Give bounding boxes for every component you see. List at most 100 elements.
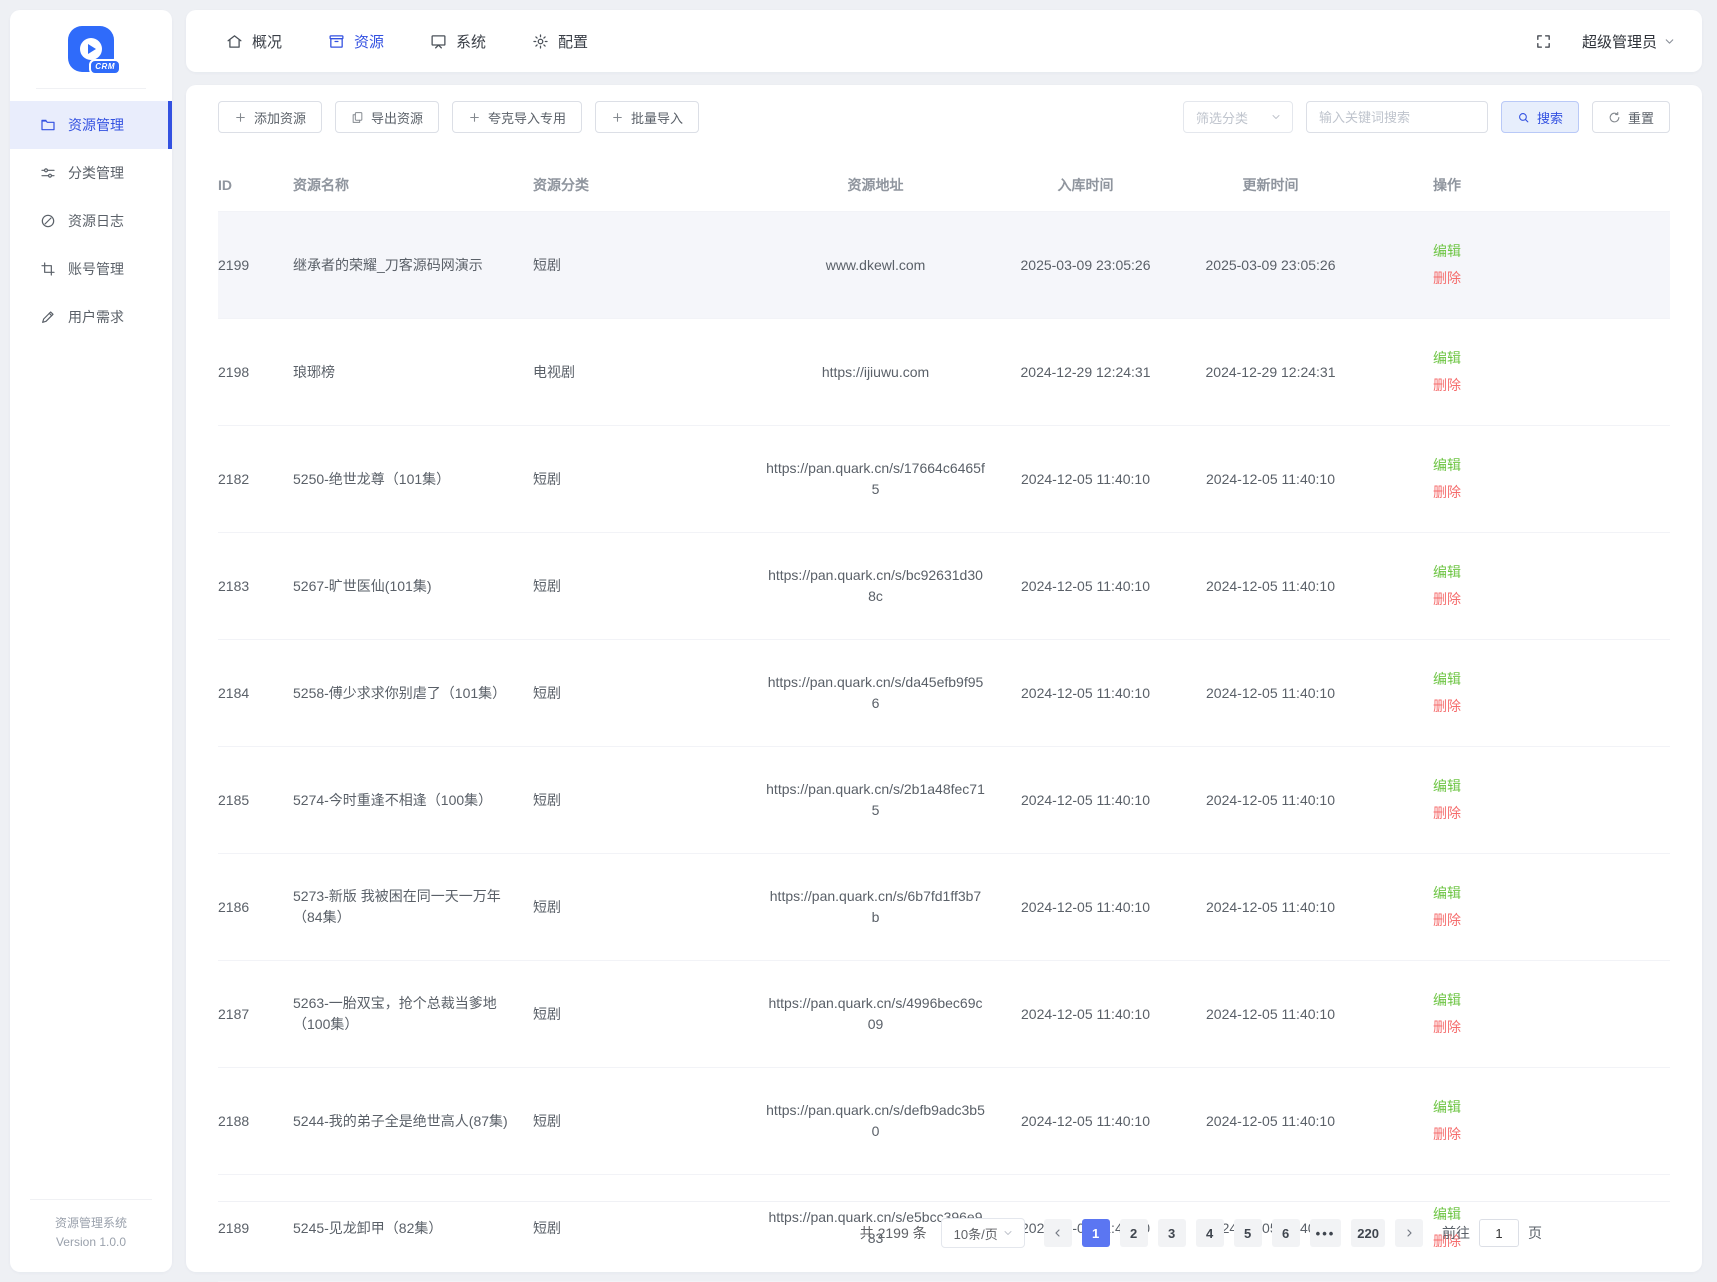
page-button-3[interactable]: 3	[1157, 1219, 1186, 1247]
prev-page-button[interactable]	[1043, 1219, 1072, 1247]
page-button-1[interactable]: 1	[1081, 1219, 1110, 1247]
home-icon	[227, 34, 242, 48]
next-page-button[interactable]	[1395, 1219, 1423, 1247]
main-area: 概况 资源 系统 配置 超级管理员 添加资源 导出资源 夸克导入专用 批量导入 …	[186, 10, 1702, 1282]
content-card: 添加资源 导出资源 夸克导入专用 批量导入 筛选分类 输入关键词搜索 搜索 重置…	[186, 85, 1702, 1282]
header-actions: 超级管理员	[1535, 31, 1676, 52]
page-size-select[interactable]: 10条/页	[940, 1218, 1025, 1248]
edit-link[interactable]: 编辑	[1433, 880, 1670, 907]
col-created: 入库时间	[1057, 177, 1114, 193]
goto-page-input[interactable]	[1479, 1219, 1519, 1247]
search-icon	[1519, 112, 1529, 122]
col-ops: 操作	[1433, 177, 1461, 193]
sidebar-item-label: 资源管理	[68, 117, 124, 133]
sidebar-footer: 资源管理系统 Version 1.0.0	[30, 1199, 152, 1272]
category-filter-placeholder: 筛选分类	[1195, 110, 1248, 126]
sidebar: CRM 资源管理 分类管理 资源日志 账号管理 用户需求 资源管理系统 Vers…	[10, 10, 172, 1272]
plus-icon	[236, 112, 245, 122]
pages-ellipsis[interactable]: •••	[1309, 1219, 1342, 1247]
delete-link[interactable]: 删除	[1433, 265, 1670, 292]
cell-url: https://pan.quark.cn/s/6b7fd1ff3b7b	[769, 888, 982, 925]
table-row: 2198 琅琊榜 电视剧 https://ijiuwu.com 2024-12-…	[218, 318, 1670, 426]
keyword-search-input[interactable]	[1305, 101, 1488, 133]
cell-updated: 2024-12-05 11:40:10	[1206, 791, 1335, 808]
cell-id: 2183	[218, 577, 250, 594]
page-button-2[interactable]: 2	[1119, 1219, 1148, 1247]
tab-label: 系统	[456, 33, 487, 51]
delete-link[interactable]: 删除	[1433, 586, 1670, 613]
col-category: 资源分类	[533, 177, 589, 193]
sidebar-item-user-demand[interactable]: 用户需求	[10, 293, 172, 341]
delete-link[interactable]: 删除	[1433, 1014, 1670, 1041]
cell-created: 2024-12-05 11:40:10	[1021, 684, 1150, 701]
cell-created: 2024-12-29 12:24:31	[1020, 363, 1151, 380]
sidebar-item-label: 分类管理	[68, 165, 124, 181]
sidebar-item-label: 账号管理	[68, 261, 124, 277]
cell-updated: 2024-12-05 11:40:10	[1206, 470, 1335, 487]
edit-link[interactable]: 编辑	[1433, 345, 1670, 372]
tab-label: 资源	[354, 33, 385, 51]
play-icon	[80, 38, 102, 60]
cell-updated: 2024-12-05 11:40:10	[1206, 898, 1335, 915]
edit-link[interactable]: 编辑	[1433, 987, 1670, 1014]
page-button-last[interactable]: 220	[1351, 1219, 1385, 1247]
cell-updated: 2024-12-29 12:24:31	[1205, 363, 1336, 380]
sidebar-item-resource-management[interactable]: 资源管理	[10, 101, 172, 149]
cell-updated: 2024-12-05 11:40:10	[1206, 1112, 1335, 1129]
batch-import-button[interactable]: 批量导入	[595, 101, 700, 133]
cell-id: 2198	[218, 363, 250, 380]
page-button-5[interactable]: 5	[1233, 1219, 1262, 1247]
cell-url: https://pan.quark.cn/s/2b1a48fec715	[766, 781, 985, 818]
sidebar-item-label: 用户需求	[68, 309, 124, 325]
col-name: 资源名称	[293, 177, 349, 193]
delete-link[interactable]: 删除	[1433, 693, 1670, 720]
reset-button[interactable]: 重置	[1591, 101, 1670, 133]
delete-link[interactable]: 删除	[1433, 1121, 1670, 1148]
export-resource-button[interactable]: 导出资源	[335, 101, 440, 133]
table-row: 2184 5258-傅少求求你别虐了（101集） 短剧 https://pan.…	[218, 639, 1670, 747]
page-button-6[interactable]: 6	[1271, 1219, 1300, 1247]
edit-link[interactable]: 编辑	[1433, 1094, 1670, 1121]
edit-link[interactable]: 编辑	[1433, 238, 1670, 265]
fullscreen-icon[interactable]	[1535, 33, 1552, 50]
cell-name: 5267-旷世医仙(101集)	[293, 577, 432, 594]
app-logo: CRM	[10, 10, 172, 86]
search-button[interactable]: 搜索	[1500, 101, 1579, 133]
crm-logo-icon: CRM	[68, 26, 121, 75]
cell-url: www.dkewl.com	[825, 256, 926, 273]
sidebar-item-resource-log[interactable]: 资源日志	[10, 197, 172, 245]
add-resource-button[interactable]: 添加资源	[218, 101, 323, 133]
cell-id: 2184	[218, 684, 250, 701]
edit-link[interactable]: 编辑	[1433, 666, 1670, 693]
tab-config[interactable]: 配置	[532, 31, 588, 52]
delete-link[interactable]: 删除	[1433, 800, 1670, 827]
sidebar-item-account-management[interactable]: 账号管理	[10, 245, 172, 293]
top-header: 概况 资源 系统 配置 超级管理员	[186, 10, 1702, 72]
quark-import-button[interactable]: 夸克导入专用	[452, 101, 583, 133]
sliders-icon	[41, 168, 55, 178]
delete-link[interactable]: 删除	[1433, 372, 1670, 399]
user-menu[interactable]: 超级管理员	[1582, 31, 1676, 52]
edit-link[interactable]: 编辑	[1433, 773, 1670, 800]
tab-system[interactable]: 系统	[430, 31, 486, 52]
col-url: 资源地址	[847, 177, 904, 193]
category-filter-select[interactable]: 筛选分类	[1182, 101, 1293, 133]
tab-overview[interactable]: 概况	[226, 31, 282, 52]
cell-url: https://pan.quark.cn/s/da45efb9f956	[767, 674, 984, 711]
copy-icon	[352, 111, 363, 123]
delete-link[interactable]: 删除	[1433, 479, 1670, 506]
user-name: 超级管理员	[1581, 33, 1657, 51]
edit-link[interactable]: 编辑	[1433, 452, 1670, 479]
sidebar-divider	[36, 88, 146, 89]
top-nav: 概况 资源 系统 配置	[226, 31, 588, 52]
app-version: Version 1.0.0	[55, 1235, 127, 1249]
pen-icon	[42, 311, 54, 323]
delete-link[interactable]: 删除	[1433, 907, 1670, 934]
plus-icon	[470, 112, 479, 122]
table-header-row: ID 资源名称 资源分类 资源地址 入库时间 更新时间 操作	[218, 157, 1670, 212]
tab-resources[interactable]: 资源	[328, 31, 384, 52]
sidebar-item-category-management[interactable]: 分类管理	[10, 149, 172, 197]
cell-category: 短剧	[533, 256, 561, 273]
edit-link[interactable]: 编辑	[1433, 559, 1670, 586]
page-button-4[interactable]: 4	[1195, 1219, 1224, 1247]
